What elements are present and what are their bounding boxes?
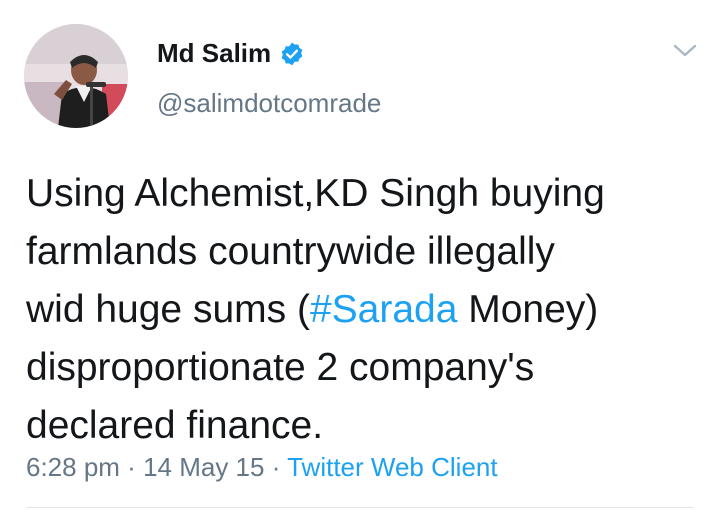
- tweet-date[interactable]: 14 May 15: [143, 452, 264, 482]
- chevron-down-icon[interactable]: [672, 42, 698, 60]
- source-client-link[interactable]: Twitter Web Client: [287, 452, 497, 482]
- tweet-text-segment: Money): [457, 288, 599, 331]
- tweet-time[interactable]: 6:28 pm: [26, 452, 120, 482]
- avatar[interactable]: [24, 24, 128, 128]
- divider: [26, 507, 694, 508]
- tweet-metadata: 6:28 pm · 14 May 15 · Twitter Web Client: [26, 452, 498, 483]
- author-name-row[interactable]: Md Salim: [157, 38, 305, 69]
- tweet-text-line: wid huge sums (#Sarada Money): [26, 281, 706, 339]
- meta-separator: ·: [264, 452, 288, 482]
- tweet-text-line: disproportionate 2 company's: [26, 346, 535, 389]
- hashtag-link[interactable]: #Sarada: [310, 288, 457, 331]
- author-handle[interactable]: @salimdotcomrade: [157, 88, 381, 119]
- tweet-text-line: farmlands countrywide illegally: [26, 230, 555, 273]
- tweet-card: Md Salim @salimdotcomrade Using Alchemis…: [0, 0, 720, 517]
- avatar-photo: [24, 24, 128, 128]
- meta-separator: ·: [119, 452, 144, 482]
- tweet-text-segment: wid huge sums (: [26, 288, 310, 331]
- tweet-text-line: Using Alchemist,KD Singh buying: [26, 172, 605, 215]
- tweet-text: Using Alchemist,KD Singh buying farmland…: [26, 165, 706, 455]
- tweet-text-line: declared finance.: [26, 404, 324, 447]
- verified-badge-icon: [279, 41, 305, 67]
- display-name[interactable]: Md Salim: [157, 38, 271, 69]
